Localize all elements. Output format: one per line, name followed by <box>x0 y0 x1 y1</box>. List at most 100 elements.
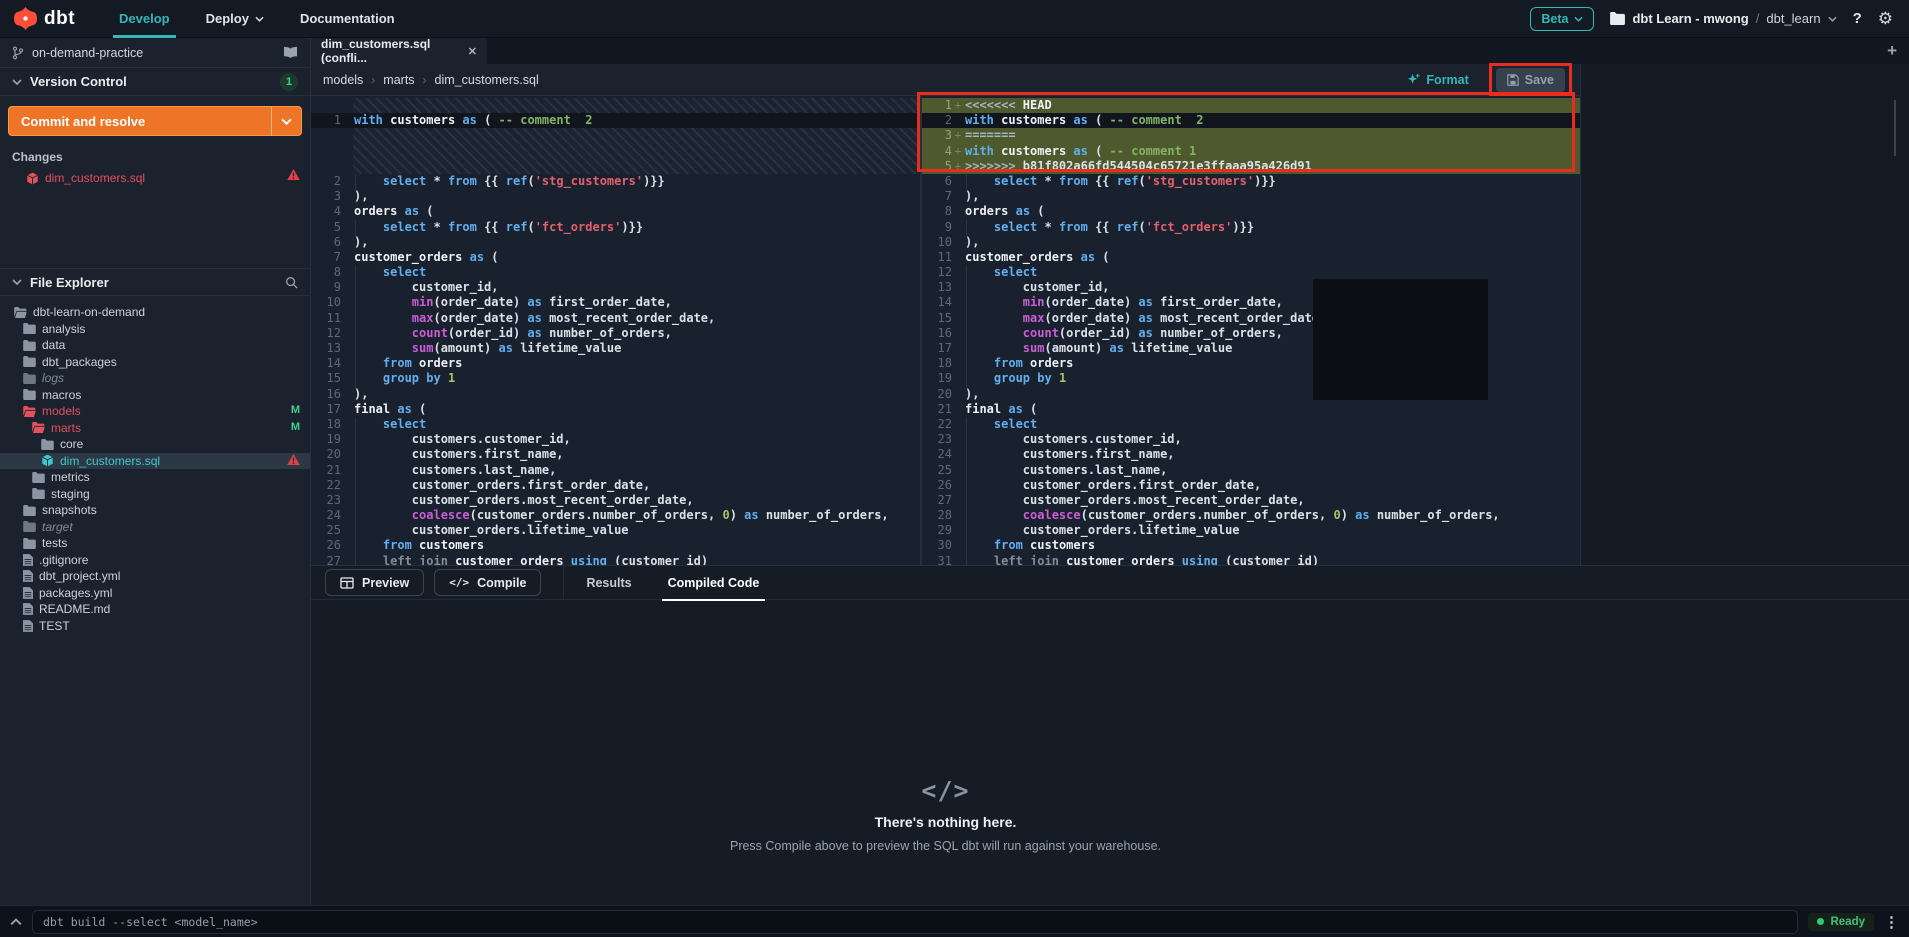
tree-item-label: core <box>60 437 83 451</box>
chevron-down-icon <box>12 279 22 285</box>
file-icon <box>23 603 33 615</box>
conflict-warning-icon <box>287 169 300 183</box>
tree-item[interactable]: modelsM <box>0 403 310 420</box>
chevron-up-icon[interactable] <box>10 918 22 926</box>
tree-item-label: macros <box>42 388 81 402</box>
tab-compiled-code[interactable]: Compiled Code <box>668 566 760 600</box>
save-annotation-box: Save <box>1489 63 1572 97</box>
conflict-warning-icon <box>287 454 300 468</box>
tree-item[interactable]: macros <box>0 387 310 404</box>
split-editor[interactable]: 1with customers as ( -- comment 22 selec… <box>311 96 1580 565</box>
editor-pane-working[interactable]: 1with customers as ( -- comment 22 selec… <box>311 96 920 565</box>
compile-button[interactable]: </> Compile <box>434 569 541 596</box>
compile-label: Compile <box>477 576 526 590</box>
tree-item[interactable]: data <box>0 337 310 354</box>
tree-item[interactable]: dbt_project.yml <box>0 568 310 585</box>
overflow-menu-icon[interactable]: ⋮ <box>1884 913 1899 931</box>
tree-item[interactable]: metrics <box>0 469 310 486</box>
code-line: 17final as ( <box>311 402 920 417</box>
tree-item[interactable]: snapshots <box>0 502 310 519</box>
code-line: 10 min(order_date) as first_order_date, <box>311 295 920 310</box>
tree-item[interactable]: martsM <box>0 420 310 437</box>
code-line: 1+<<<<<<< HEAD <box>922 98 1580 113</box>
code-line: 4orders as ( <box>311 204 920 219</box>
docs-book-icon[interactable] <box>283 46 298 59</box>
sparkle-icon <box>1407 73 1420 86</box>
folder-icon <box>23 340 36 351</box>
tree-item-label: marts <box>51 421 81 435</box>
close-tab-icon[interactable]: ✕ <box>468 45 477 58</box>
tree-item-label: models <box>42 404 81 418</box>
code-line: 30 from customers <box>922 538 1580 553</box>
version-control-title: Version Control <box>30 74 127 89</box>
tree-item[interactable]: analysis <box>0 321 310 338</box>
editor-tab-dim-customers[interactable]: dim_customers.sql (confli... ✕ <box>311 38 487 64</box>
code-line: 20 customers.first_name, <box>311 447 920 462</box>
code-line: 14 from orders <box>311 356 920 371</box>
tree-item[interactable]: packages.yml <box>0 585 310 602</box>
code-line: 7customer_orders as ( <box>311 250 920 265</box>
breadcrumb-models[interactable]: models <box>323 73 363 87</box>
code-line: 11 max(order_date) as most_recent_order_… <box>311 311 920 326</box>
code-line: 29 customer_orders.lifetime_value <box>922 523 1580 538</box>
chevron-down-icon <box>1828 16 1837 22</box>
code-line: 13 sum(amount) as lifetime_value <box>311 341 920 356</box>
breadcrumb-file[interactable]: dim_customers.sql <box>435 73 539 87</box>
tree-item[interactable]: tests <box>0 535 310 552</box>
version-control-header[interactable]: Version Control 1 <box>0 68 310 96</box>
tree-item[interactable]: target <box>0 519 310 536</box>
git-branch-row[interactable]: on-demand-practice <box>0 38 310 68</box>
code-line: 27 customer_orders.most_recent_order_dat… <box>922 493 1580 508</box>
chevron-down-icon <box>281 118 292 125</box>
tree-item-label: snapshots <box>42 503 97 517</box>
nav-tab-deploy[interactable]: Deploy <box>188 0 282 37</box>
search-icon[interactable] <box>285 276 298 289</box>
scrollbar-thumb[interactable] <box>1894 100 1896 156</box>
dbt-logo[interactable]: dbt <box>0 0 101 37</box>
changed-file-item[interactable]: dim_customers.sql <box>0 168 310 188</box>
format-button[interactable]: Format <box>1407 73 1468 87</box>
code-line: 26 from customers <box>311 538 920 553</box>
tree-item[interactable]: staging <box>0 486 310 503</box>
chevron-down-icon <box>255 16 264 22</box>
dbt-logo-icon <box>14 7 37 30</box>
tree-item-label: dbt_project.yml <box>39 569 120 583</box>
nav-tab-documentation[interactable]: Documentation <box>282 0 413 37</box>
project-selector[interactable]: dbt Learn - mwong / dbt_learn <box>1610 11 1836 26</box>
settings-gear-icon[interactable]: ⚙ <box>1878 9 1893 29</box>
tree-item-label: metrics <box>51 470 90 484</box>
commit-options-caret[interactable] <box>271 107 301 135</box>
code-line: 31 left join customer_orders using (cust… <box>922 554 1580 565</box>
tab-results[interactable]: Results <box>586 566 631 600</box>
tree-item[interactable]: core <box>0 436 310 453</box>
tree-item[interactable]: logs <box>0 370 310 387</box>
file-icon <box>23 570 33 582</box>
help-icon[interactable]: ? <box>1853 10 1862 27</box>
beta-dropdown[interactable]: Beta <box>1530 7 1594 31</box>
breadcrumb-marts[interactable]: marts <box>383 73 414 87</box>
diff-filler-row <box>311 128 920 174</box>
save-button[interactable]: Save <box>1496 68 1565 92</box>
code-line: 4+with customers as ( -- comment 1 <box>922 144 1580 159</box>
file-explorer-header[interactable]: File Explorer <box>0 268 310 296</box>
preview-button[interactable]: Preview <box>325 569 424 596</box>
code-line: 10), <box>922 235 1580 250</box>
breadcrumb-separator: › <box>423 73 427 87</box>
new-tab-icon[interactable]: + <box>1887 41 1909 61</box>
tree-item[interactable]: README.md <box>0 601 310 618</box>
tree-item[interactable]: dim_customers.sql <box>0 453 310 470</box>
nav-tab-develop[interactable]: Develop <box>101 0 188 37</box>
code-line: 24 customers.first_name, <box>922 447 1580 462</box>
tree-item[interactable]: dbt_packages <box>0 354 310 371</box>
model-cube-icon <box>26 172 39 185</box>
preview-grid-icon <box>340 577 354 589</box>
tree-item[interactable]: TEST <box>0 618 310 635</box>
tree-item[interactable]: .gitignore <box>0 552 310 569</box>
tree-item[interactable]: dbt-learn-on-demand <box>0 304 310 321</box>
command-input[interactable]: dbt build --select <model_name> <box>32 910 1798 934</box>
code-line: 26 customer_orders.first_order_date, <box>922 478 1580 493</box>
tab-compiled-code-label: Compiled Code <box>668 576 760 590</box>
code-line: 23 customer_orders.most_recent_order_dat… <box>311 493 920 508</box>
commit-and-resolve-button[interactable]: Commit and resolve <box>8 106 302 136</box>
folder-open-icon <box>14 307 27 318</box>
